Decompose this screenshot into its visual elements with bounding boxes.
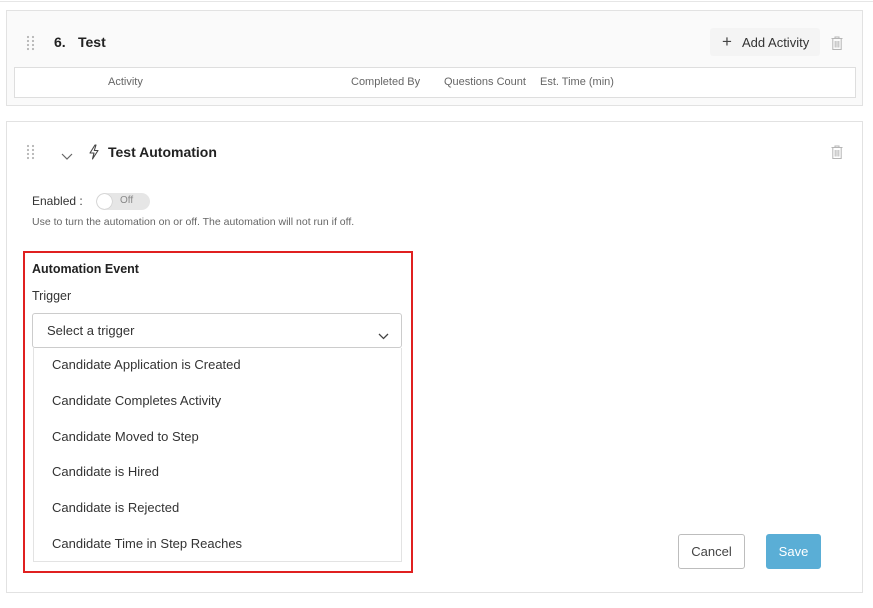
trigger-option-moved-to-step[interactable]: Candidate Moved to Step xyxy=(34,420,401,454)
trigger-dropdown-menu: Candidate Application is Created Candida… xyxy=(33,348,402,562)
trash-icon[interactable] xyxy=(831,145,843,159)
option-label: Candidate Moved to Step xyxy=(52,429,199,444)
trigger-option-completes-activity[interactable]: Candidate Completes Activity xyxy=(34,384,401,418)
column-header-activity: Activity xyxy=(108,76,143,88)
cancel-button[interactable]: Cancel xyxy=(678,534,745,569)
trigger-option-time-in-step[interactable]: Candidate Time in Step Reaches xyxy=(34,527,401,561)
option-label: Candidate is Rejected xyxy=(52,500,180,515)
option-label: Candidate Application is Created xyxy=(52,357,241,372)
toggle-knob xyxy=(97,194,112,209)
trigger-select[interactable]: Select a trigger xyxy=(32,313,402,348)
step-title: Test xyxy=(78,34,106,50)
option-label: Candidate Completes Activity xyxy=(52,393,222,408)
trigger-select-placeholder: Select a trigger xyxy=(47,323,135,338)
chevron-down-icon xyxy=(378,327,389,345)
save-button[interactable]: Save xyxy=(766,534,821,569)
enabled-toggle[interactable]: Off xyxy=(96,193,150,210)
plus-icon: + xyxy=(722,32,732,51)
trigger-label: Trigger xyxy=(32,289,72,303)
trigger-option-hired[interactable]: Candidate is Hired xyxy=(34,455,401,489)
lightning-bolt-icon xyxy=(88,144,100,160)
column-header-est-time: Est. Time (min) xyxy=(540,76,614,88)
option-label: Candidate is Hired xyxy=(52,464,159,479)
add-activity-label: Add Activity xyxy=(742,35,810,50)
trash-icon[interactable] xyxy=(831,36,843,50)
add-activity-button[interactable]: + Add Activity xyxy=(710,28,820,56)
trigger-option-rejected[interactable]: Candidate is Rejected xyxy=(34,491,401,525)
drag-handle-icon[interactable] xyxy=(26,35,36,51)
enabled-help-text: Use to turn the automation on or off. Th… xyxy=(32,216,355,228)
column-header-completed-by: Completed By xyxy=(351,76,421,88)
top-divider xyxy=(0,1,873,2)
drag-handle-icon[interactable] xyxy=(26,144,36,160)
step-number: 6. xyxy=(54,34,66,50)
toggle-state-label: Off xyxy=(120,195,134,206)
column-header-questions-count: Questions Count xyxy=(444,76,526,88)
trigger-option-application-created[interactable]: Candidate Application is Created xyxy=(34,348,401,382)
automation-title: Test Automation xyxy=(108,144,217,160)
enabled-label: Enabled : xyxy=(32,194,83,208)
chevron-down-icon[interactable] xyxy=(61,148,73,160)
option-label: Candidate Time in Step Reaches xyxy=(52,536,243,551)
automation-event-heading: Automation Event xyxy=(32,262,139,276)
